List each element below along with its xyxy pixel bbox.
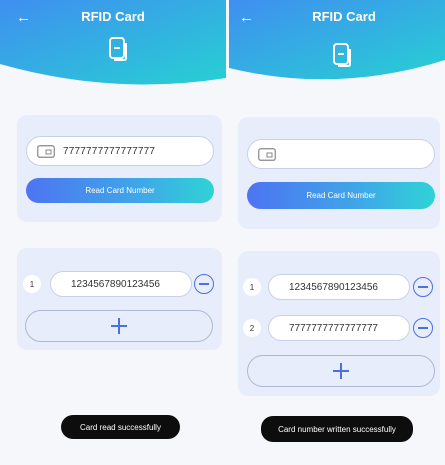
left-screen: ← RFID Card 7777777777777777 Read Card N… (0, 0, 226, 465)
small-card-icon (37, 144, 55, 158)
row-index: 2 (243, 319, 261, 337)
card-number-row[interactable]: 7777777777777777 (268, 315, 410, 341)
minus-icon (199, 283, 209, 285)
row-index: 1 (243, 278, 261, 296)
card-number-row[interactable]: 1234567890123456 (268, 274, 410, 300)
small-card-icon (258, 147, 276, 161)
page-title: RFID Card (312, 9, 376, 24)
page-title: RFID Card (81, 9, 145, 24)
card-number-value: 7777777777777777 (63, 145, 156, 157)
card-number-row-value: 1234567890123456 (71, 278, 160, 290)
remove-row-button[interactable] (413, 318, 433, 338)
remove-row-button[interactable] (194, 274, 214, 294)
plus-icon (333, 363, 349, 379)
add-row-button[interactable] (247, 355, 435, 387)
minus-icon (418, 327, 428, 329)
card-list-panel: 1 1234567890123456 (17, 248, 222, 350)
remove-row-button[interactable] (413, 277, 433, 297)
read-card-panel: 7777777777777777 Read Card Number (17, 115, 222, 222)
header: ← RFID Card (229, 0, 445, 92)
row-index: 1 (23, 275, 41, 293)
card-number-field[interactable]: 7777777777777777 (26, 136, 214, 166)
minus-icon (418, 286, 428, 288)
read-card-panel: Read Card Number (238, 117, 440, 229)
card-number-row-value: 7777777777777777 (289, 322, 378, 334)
read-card-number-button[interactable]: Read Card Number (247, 182, 435, 209)
card-number-row-value: 1234567890123456 (289, 281, 378, 293)
toast-message: Card read successfully (61, 415, 180, 439)
card-number-field[interactable] (247, 139, 435, 169)
card-icon (109, 37, 127, 61)
right-screen: ← RFID Card Read Card Number 1 123456789… (229, 0, 445, 465)
card-icon (333, 43, 351, 67)
card-number-row[interactable]: 1234567890123456 (50, 271, 192, 297)
card-list-panel: 1 1234567890123456 2 7777777777777777 (238, 251, 440, 396)
add-row-button[interactable] (25, 310, 213, 342)
read-card-number-button[interactable]: Read Card Number (26, 178, 214, 203)
toast-message: Card number written successfully (261, 416, 413, 442)
plus-icon (111, 318, 127, 334)
header: ← RFID Card (0, 0, 226, 92)
